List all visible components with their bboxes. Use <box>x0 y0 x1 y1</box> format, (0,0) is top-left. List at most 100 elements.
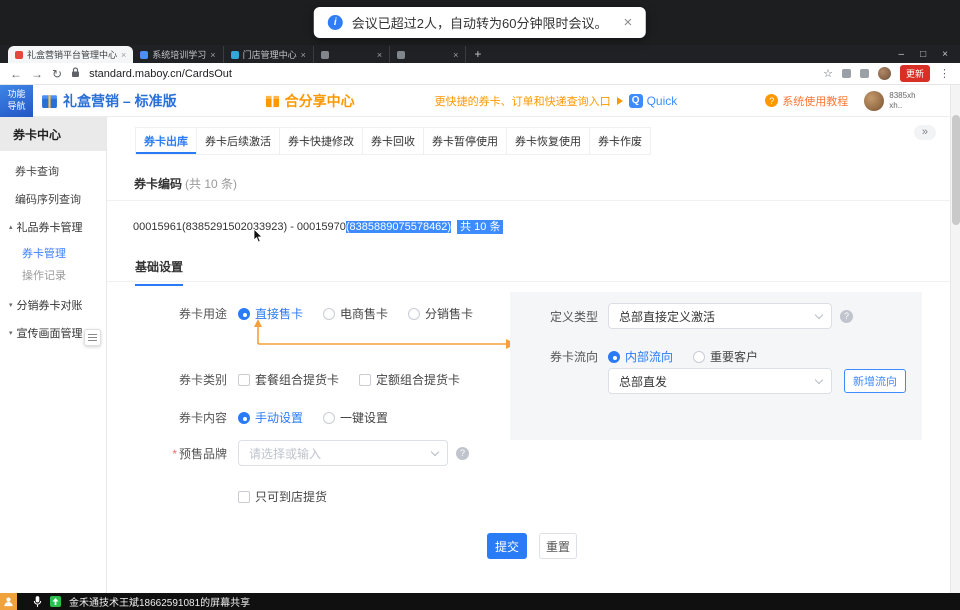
tab-card-restore[interactable]: 券卡恢复使用 <box>507 127 590 155</box>
radio-one-click-setting[interactable]: 一键设置 <box>323 409 388 426</box>
sidebar-group-gift-card-management[interactable]: ▴ 礼品券卡管理 <box>0 219 106 235</box>
browser-tab[interactable]: 门店管理中心 × <box>224 46 314 63</box>
chevron-down-icon <box>815 311 823 319</box>
extension-icon[interactable] <box>860 69 869 78</box>
reset-button[interactable]: 重置 <box>539 533 577 559</box>
definition-type-label: 定义类型 <box>510 308 598 325</box>
submit-button[interactable]: 提交 <box>487 533 527 559</box>
extension-icon[interactable] <box>842 69 851 78</box>
screen-share-icon[interactable] <box>50 596 61 607</box>
sidebar: 券卡中心 券卡查询 编码序列查询 ▴ 礼品券卡管理 券卡管理 操作记录 ▾ 分销… <box>0 117 107 593</box>
radio-internal-flow[interactable]: 内部流向 <box>608 348 673 365</box>
url-text[interactable]: standard.maboy.cn/CardsOut <box>89 68 232 80</box>
nav-line: 功能 <box>7 89 25 101</box>
browser-tab[interactable]: × <box>390 46 466 63</box>
select-placeholder: 请选择或输入 <box>249 445 321 462</box>
flow-direction-select[interactable]: 总部直发 <box>608 368 832 394</box>
tab-close-icon[interactable]: × <box>453 50 458 60</box>
browser-update-button[interactable]: 更新 <box>900 65 930 82</box>
scrollbar-thumb[interactable] <box>952 115 960 225</box>
screen-share-bar: 金禾通技术王斌18662591081的屏幕共享 <box>0 593 960 610</box>
question-icon: ? <box>765 94 778 107</box>
sidebar-item-operation-records[interactable]: 操作记录 <box>0 267 106 283</box>
toast-close-icon[interactable]: × <box>623 14 632 31</box>
select-value: 总部直接定义激活 <box>619 308 715 325</box>
tab-title: 礼盒营销平台管理中心 <box>27 48 117 61</box>
triangle-down-icon: ▾ <box>9 301 13 309</box>
help-question-icon[interactable]: ? <box>456 447 469 460</box>
option-label: 内部流向 <box>625 348 673 365</box>
bookmark-star-icon[interactable]: ☆ <box>823 67 833 80</box>
browser-menu-icon[interactable]: ⋮ <box>939 67 950 80</box>
sharer-avatar-icon <box>0 593 17 610</box>
microphone-icon[interactable] <box>33 595 42 608</box>
code-count-badge: 共 10 条 <box>457 220 503 234</box>
presale-brand-select[interactable]: 请选择或输入 <box>238 440 448 466</box>
tab-card-quick-edit[interactable]: 券卡快捷修改 <box>280 127 363 155</box>
quick-link[interactable]: Quick <box>647 94 678 108</box>
add-flow-button[interactable]: 新增流向 <box>844 369 906 393</box>
card-action-tabs: 券卡出库 券卡后续激活 券卡快捷修改 券卡回收 券卡暂停使用 券卡恢复使用 券卡… <box>135 127 651 155</box>
sidebar-group-label: 礼品券卡管理 <box>17 219 83 235</box>
definition-panel: 定义类型 总部直接定义激活 ? 券卡流向 内部流向 重要客户 <box>510 292 922 440</box>
user-account[interactable]: 8385xh xh.. <box>864 91 915 111</box>
function-nav-button[interactable]: 功能 导航 <box>0 85 33 117</box>
tab-card-recycle[interactable]: 券卡回收 <box>363 127 424 155</box>
help-question-icon[interactable]: ? <box>840 310 853 323</box>
flow-select-row: 总部直发 新增流向 <box>608 368 906 394</box>
new-tab-button[interactable]: + <box>474 47 481 61</box>
window-maximize-icon[interactable]: □ <box>920 49 926 60</box>
card-code-count: (共 10 条) <box>185 177 237 191</box>
chevron-down-icon <box>815 376 823 384</box>
pointer-icon <box>617 97 623 105</box>
chevron-down-icon <box>431 448 439 456</box>
sidebar-group-distribution-reconciliation[interactable]: ▾ 分销券卡对账 <box>0 297 106 313</box>
sidebar-group-label: 分销券卡对账 <box>17 297 83 313</box>
option-label: 手动设置 <box>255 409 303 426</box>
share-center-link[interactable]: 合分享中心 <box>265 91 355 111</box>
label-text: 预售品牌 <box>179 447 227 461</box>
tab-close-icon[interactable]: × <box>377 50 382 60</box>
panel-collapse-icon[interactable]: » <box>914 125 936 140</box>
window-close-icon[interactable]: × <box>942 49 948 60</box>
checkbox-store-pickup-only[interactable]: 只可到店提货 <box>238 488 327 505</box>
tab-card-suspend[interactable]: 券卡暂停使用 <box>424 127 507 155</box>
option-label: 只可到店提货 <box>255 488 327 505</box>
tab-card-void[interactable]: 券卡作废 <box>590 127 651 155</box>
card-content-row: 券卡内容 手动设置 一键设置 <box>135 409 408 426</box>
browser-profile-avatar[interactable] <box>878 67 891 80</box>
browser-tab-active[interactable]: 礼盒营销平台管理中心 × <box>8 46 133 63</box>
forward-icon[interactable]: → <box>31 68 43 80</box>
definition-type-select[interactable]: 总部直接定义激活 <box>608 303 832 329</box>
radio-on-icon <box>238 412 250 424</box>
card-code-range: 00015961(8385291502033923) - 00015970(83… <box>133 218 503 234</box>
tab-card-later-activation[interactable]: 券卡后续激活 <box>197 127 280 155</box>
main-content: 券卡出库 券卡后续激活 券卡快捷修改 券卡回收 券卡暂停使用 券卡恢复使用 券卡… <box>107 117 950 593</box>
back-icon[interactable]: ← <box>10 68 22 80</box>
radio-manual-setting[interactable]: 手动设置 <box>238 409 303 426</box>
tab-card-outbound[interactable]: 券卡出库 <box>135 127 197 155</box>
user-meta: 8385xh xh.. <box>889 91 915 111</box>
sidebar-collapse-toggle[interactable] <box>84 329 101 346</box>
user-sub: xh.. <box>889 101 902 110</box>
tab-close-icon[interactable]: × <box>210 50 215 60</box>
gift-icon <box>265 93 280 108</box>
option-label: 一键设置 <box>340 409 388 426</box>
sidebar-item-code-sequence-query[interactable]: 编码序列查询 <box>0 191 106 207</box>
tutorial-link[interactable]: ? 系统使用教程 <box>765 93 848 109</box>
toast-message: 会议已超过2人，自动转为60分钟限时会议。 <box>352 13 608 32</box>
reload-icon[interactable]: ↻ <box>52 68 62 80</box>
checkbox-fixed-combo-pickup-card[interactable]: 定额组合提货卡 <box>359 371 460 388</box>
code-range-text: 00015961(8385291502033923) - 00015970 <box>133 221 346 233</box>
quick-logo-icon: Q <box>629 94 643 108</box>
window-minimize-icon[interactable]: – <box>899 49 905 60</box>
checkbox-combo-pickup-card[interactable]: 套餐组合提货卡 <box>238 371 339 388</box>
scrollbar[interactable] <box>950 85 960 593</box>
browser-tab[interactable]: × <box>314 46 390 63</box>
sidebar-item-card-management[interactable]: 券卡管理 <box>0 245 106 261</box>
sidebar-item-card-query[interactable]: 券卡查询 <box>0 163 106 179</box>
tab-close-icon[interactable]: × <box>121 50 126 60</box>
browser-tab[interactable]: 系统培训学习 × <box>133 46 223 63</box>
tab-close-icon[interactable]: × <box>301 50 306 60</box>
radio-important-customer[interactable]: 重要客户 <box>693 348 758 365</box>
